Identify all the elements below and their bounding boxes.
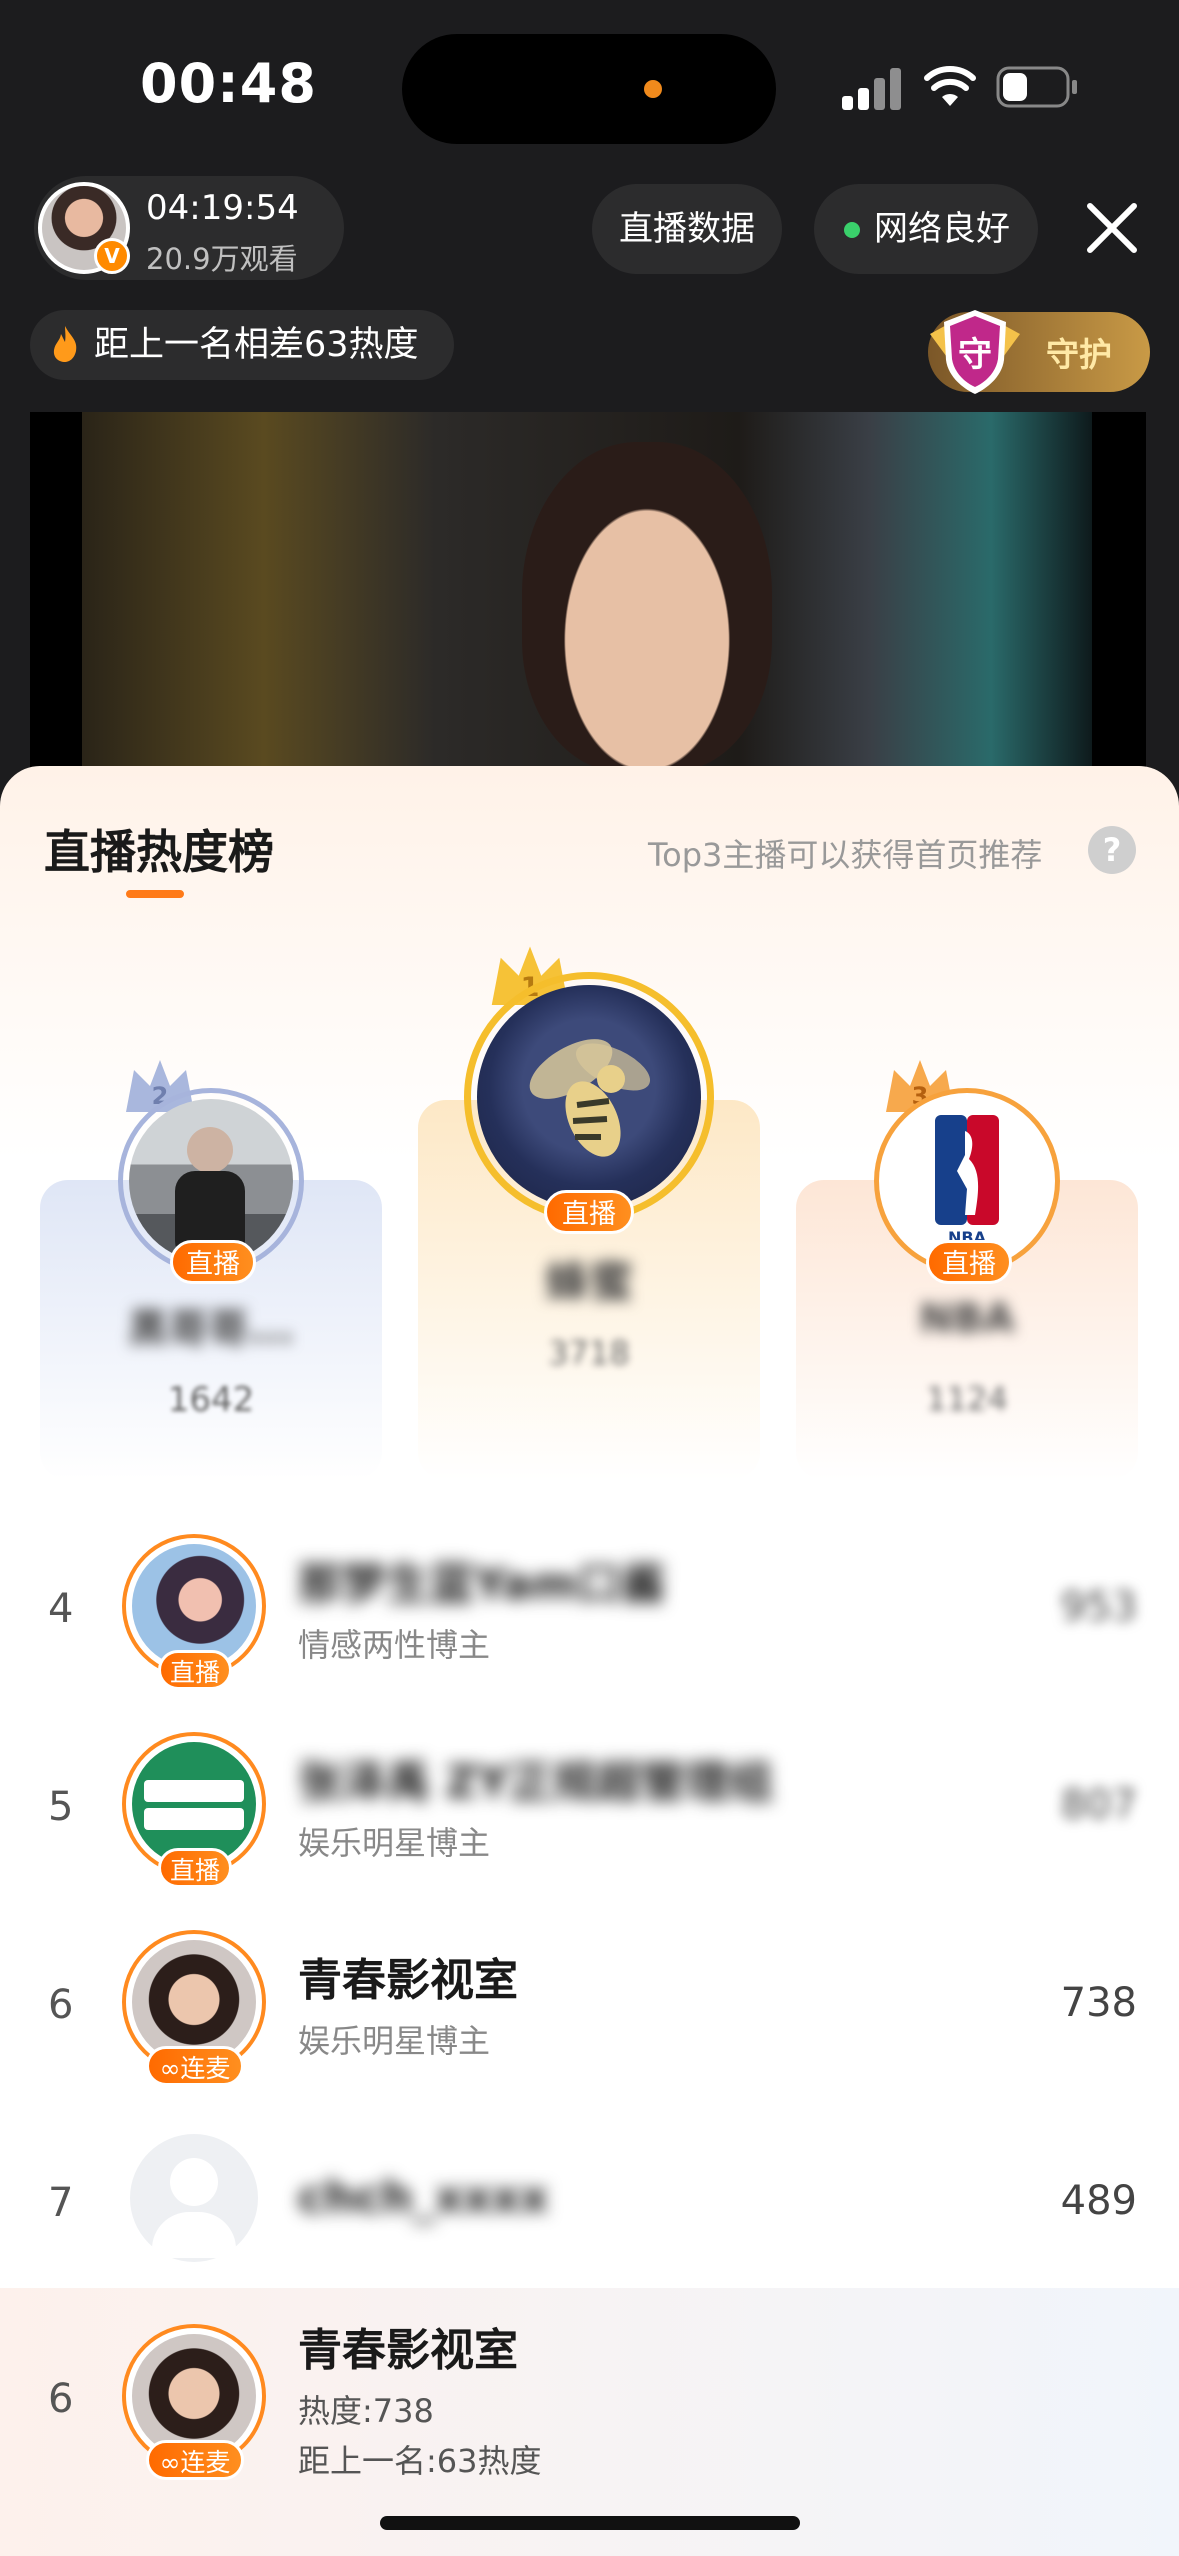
mic-link-tag: ∞连麦 [146,2046,244,2086]
my-heat: 热度:738 [298,2392,434,2430]
row-subtitle: 娱乐明星博主 [298,2022,491,2060]
ranking-sheet: 直播热度榜 Top3主播可以获得首页推荐 ? 2 直播 黑哥哥... 1642 … [0,766,1179,2556]
ranking-hint: Top3主播可以获得首页推荐 [648,836,1043,874]
live-tag: 直播 [158,1650,232,1690]
row-score: 489 [1060,2178,1137,2224]
live-tag: 直播 [158,1848,232,1888]
video-frame [82,412,1092,782]
ranking-title: 直播热度榜 [44,825,274,879]
mic-link-label: 连麦 [180,2054,231,2083]
list-item-rank-7[interactable]: 7 chch_xxxx 489 [0,2120,1179,2310]
svg-text:守: 守 [958,335,992,375]
nba-logo-icon: NBA [935,1115,999,1249]
link-icon: ∞ [159,2448,181,2477]
link-icon: ∞ [159,2054,181,2083]
flame-icon [53,326,77,362]
bee-logo-icon [529,1039,651,1157]
verified-badge-icon: V [94,238,130,274]
my-gap: 距上一名:63热度 [298,2442,542,2480]
podium-score-2: 1642 [167,1380,255,1420]
guard-shield-icon: 守 [930,310,1020,394]
battery-icon [996,66,1077,108]
wifi-icon [924,66,976,106]
my-rank-number: 6 [48,2376,74,2422]
podium-score-3: 1124 [926,1380,1008,1418]
live-video[interactable] [30,412,1146,782]
heat-gap-text: 距上一名相差63热度 [94,325,419,365]
row-score: 953 [1060,1584,1137,1630]
home-indicator[interactable] [380,2516,800,2530]
default-avatar[interactable] [130,2134,258,2262]
rank-number: 4 [48,1586,74,1632]
podium-score-1: 3718 [548,1334,630,1372]
network-status-dot-icon [844,222,860,238]
network-status-button[interactable]: 网络良好 [814,184,1038,274]
status-time: 00:48 [140,52,317,115]
podium-name-1: 蜂蜜 [545,1257,633,1308]
podium-live-tag-1: 直播 [544,1190,634,1234]
list-item-rank-6[interactable]: 6 ∞连麦 青春影视室 娱乐明星博主 738 [0,1922,1179,2112]
live-duration: 04:19:54 [146,188,299,228]
list-item-rank-4[interactable]: 4 直播 那梦生蓝Yam口酱 情感两性博主 953 [0,1526,1179,1716]
my-mic-link-label: 连麦 [180,2448,231,2477]
video-person [522,442,772,772]
row-subtitle: 情感两性博主 [298,1626,491,1664]
row-name: 那梦生蓝Yam口酱 [298,1559,666,1610]
dynamic-island [402,34,776,144]
status-bar: 00:48 [0,0,1179,170]
row-score: 807 [1060,1782,1137,1828]
podium-live-tag-2: 直播 [170,1240,256,1284]
list-item-rank-5[interactable]: 5 直播 张泽禹 ZY正规超管理组 娱乐明星博主 807 [0,1724,1179,1914]
network-status-label: 网络良好 [874,209,1010,249]
heat-gap-pill[interactable]: 距上一名相差63热度 [30,310,454,380]
rank-number: 5 [48,1784,74,1830]
my-mic-link-tag: ∞连麦 [146,2440,244,2480]
podium-live-tag-3: 直播 [926,1240,1012,1284]
cellular-signal-icon [842,68,904,110]
rank-number: 7 [48,2180,74,2226]
title-underline [126,890,184,898]
row-score: 738 [1060,1980,1137,2026]
help-icon[interactable]: ? [1088,826,1136,874]
podium-name-3: NBA [919,1296,1015,1342]
row-subtitle: 娱乐明星博主 [298,1824,491,1862]
live-data-button[interactable]: 直播数据 [592,184,782,274]
row-name: 青春影视室 [298,1955,518,2006]
close-icon[interactable] [1080,196,1144,260]
my-name: 青春影视室 [298,2325,518,2376]
guard-button[interactable]: 守 守护 [928,310,1150,394]
row-name: 张泽禹 ZY正规超管理组 [298,1757,774,1808]
podium-name-2: 黑哥哥... [128,1306,294,1352]
viewer-count: 20.9万观看 [146,242,298,276]
privacy-indicator-icon [644,80,662,98]
rank-number: 6 [48,1982,74,2028]
row-name: chch_xxxx [298,2172,549,2223]
guard-label: 守护 [1046,335,1112,374]
podium-avatar-1[interactable] [464,972,714,1222]
